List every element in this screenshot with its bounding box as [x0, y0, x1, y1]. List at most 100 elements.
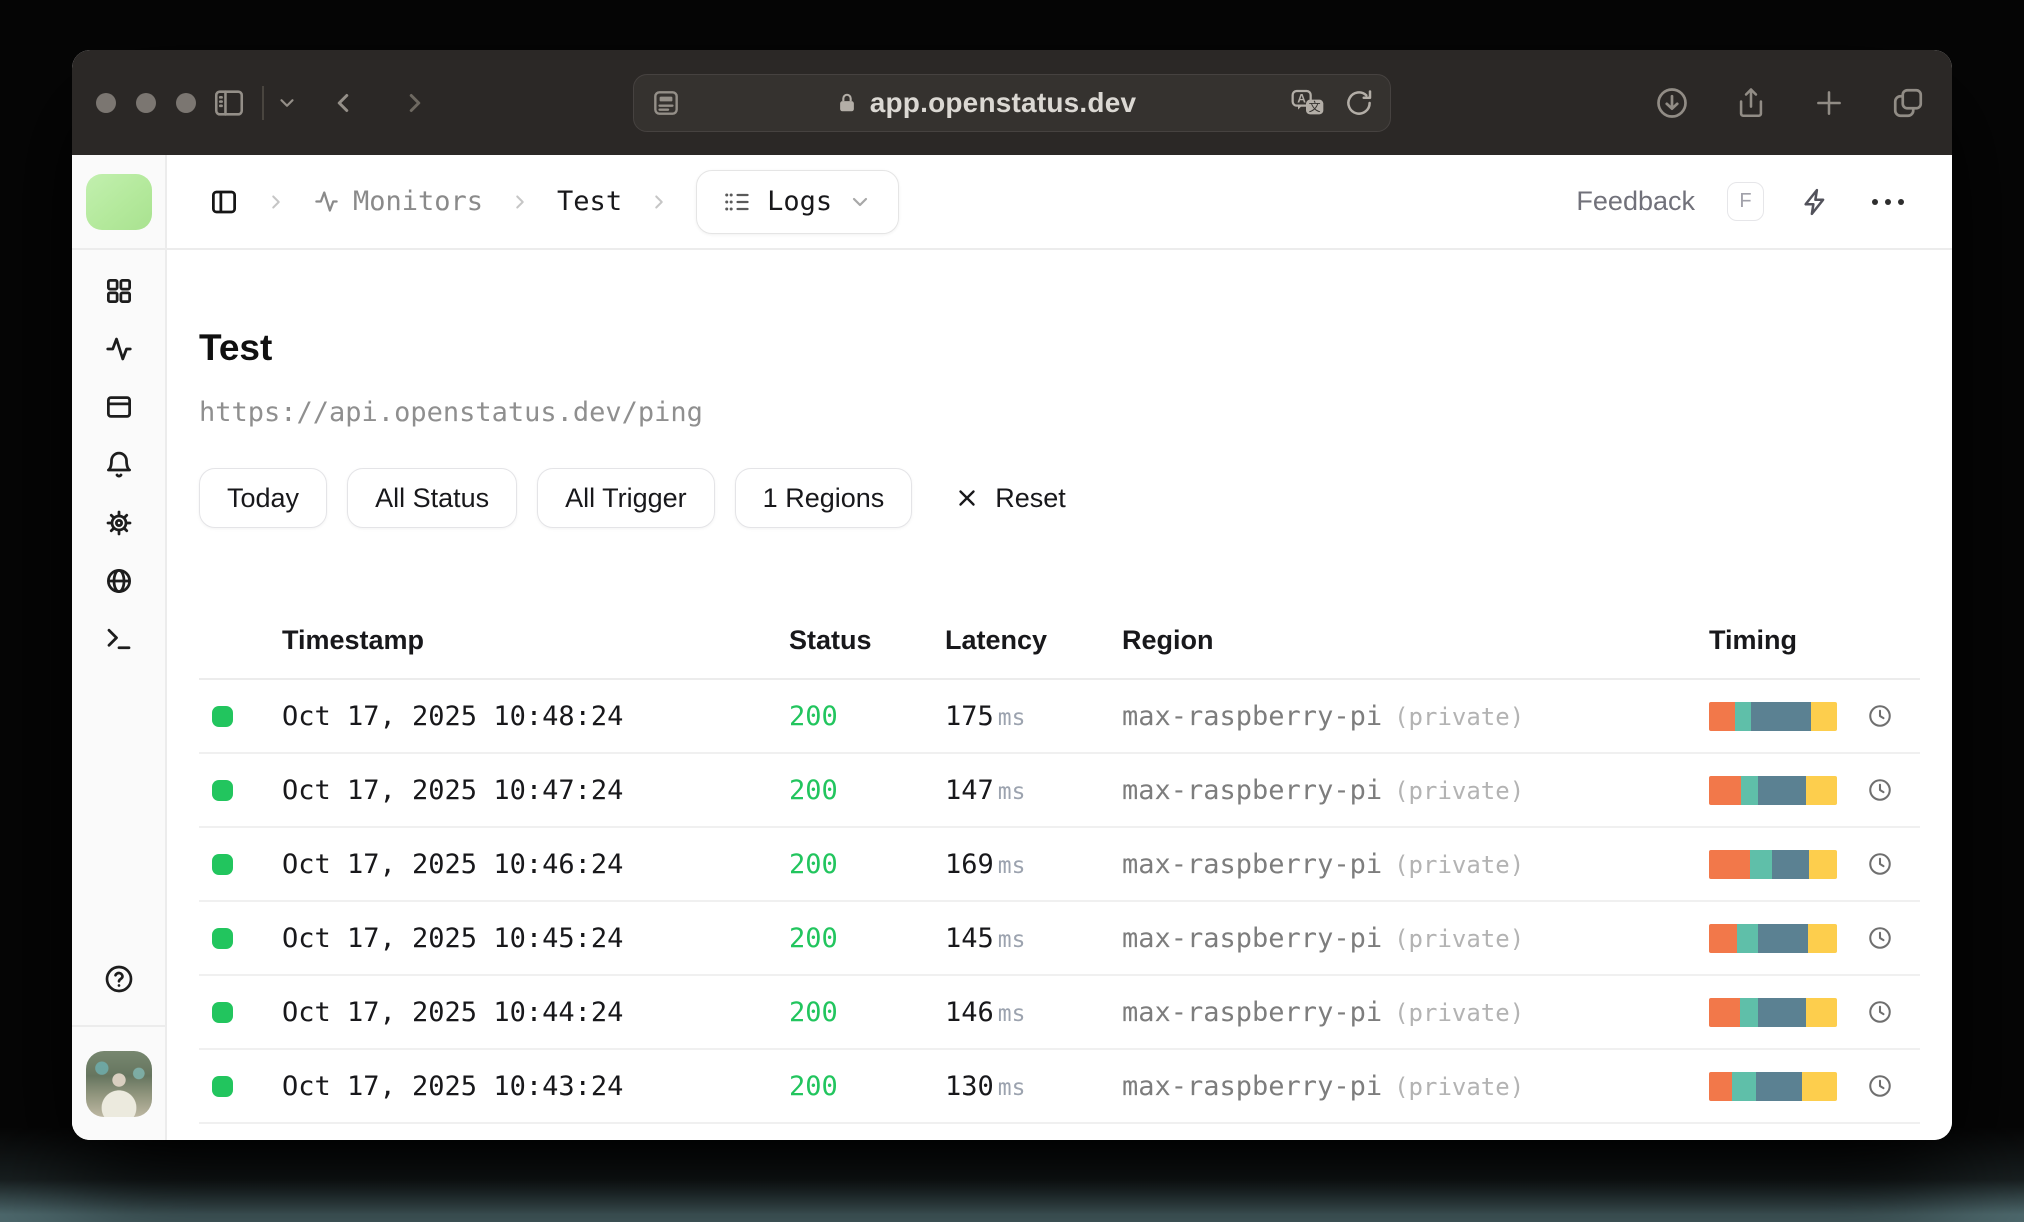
row-region-note: (private)	[1394, 850, 1525, 879]
share-icon[interactable]	[1734, 85, 1768, 121]
timing-segment	[1758, 775, 1806, 805]
address-bar[interactable]: app.openstatus.dev A 文	[633, 73, 1391, 132]
back-button-icon[interactable]	[328, 88, 358, 118]
sidebar-item-settings[interactable]	[102, 508, 136, 538]
row-latency-value: 169	[945, 848, 994, 880]
status-dot	[212, 853, 233, 875]
row-latency-unit: ms	[997, 926, 1026, 953]
status-dot	[212, 1001, 233, 1023]
browser-panel-icon	[106, 396, 131, 418]
zoom-window-button[interactable]	[176, 92, 196, 113]
sidebar-item-dashboard[interactable]	[102, 276, 136, 306]
row-region: max-raspberry-pi	[1122, 996, 1383, 1028]
reset-filters-button[interactable]: Reset	[954, 483, 1066, 514]
row-region: max-raspberry-pi	[1122, 848, 1383, 880]
browser-titlebar: app.openstatus.dev A 文	[72, 50, 1952, 155]
timing-bar	[1709, 775, 1837, 805]
sidebar-item-monitors[interactable]	[102, 334, 136, 364]
svg-text:A: A	[1297, 91, 1306, 105]
translate-icon[interactable]: A 文	[1290, 87, 1326, 119]
table-row[interactable]: Oct 17, 2025 10:44:24 200 146 ms max-ras…	[199, 976, 1920, 1050]
sidebar-item-global[interactable]	[102, 566, 136, 596]
address-url[interactable]: app.openstatus.dev	[870, 87, 1137, 119]
sidebar-menu-chevron-icon[interactable]	[276, 92, 298, 114]
workspace-logo[interactable]	[85, 173, 152, 230]
timing-segment	[1757, 923, 1808, 953]
header-timing: Timing	[1709, 625, 1798, 655]
row-region-note: (private)	[1394, 702, 1525, 731]
forward-button-icon[interactable]	[400, 88, 430, 118]
panel-toggle-icon[interactable]	[209, 187, 239, 217]
row-status-code: 200	[789, 774, 838, 806]
minimize-window-button[interactable]	[136, 92, 156, 113]
clock-icon	[1867, 999, 1893, 1025]
sidebar-toggle-icon[interactable]	[212, 86, 246, 120]
timing-bar	[1709, 701, 1837, 731]
timing-segment	[1709, 775, 1741, 805]
timing-bar	[1709, 849, 1837, 879]
tab-overview-icon[interactable]	[1890, 85, 1926, 121]
row-latency-value: 147	[945, 774, 994, 806]
timing-segment	[1807, 923, 1837, 953]
view-selector-label: Logs	[767, 186, 833, 217]
chevron-down-icon	[848, 190, 872, 214]
filter-regions-button[interactable]: 1 Regions	[734, 468, 913, 528]
row-timestamp: Oct 17, 2025 10:46:24	[282, 848, 624, 880]
feedback-button[interactable]: Feedback	[1576, 186, 1695, 217]
row-latency-unit: ms	[997, 852, 1026, 879]
timing-segment	[1709, 701, 1735, 731]
new-tab-icon[interactable]	[1812, 86, 1846, 120]
table-row[interactable]: Oct 17, 2025 10:45:24 200 145 ms max-ras…	[199, 902, 1920, 976]
help-button[interactable]	[103, 963, 135, 995]
browser-window: app.openstatus.dev A 文 Monitors Test Log…	[72, 50, 1952, 1140]
status-dot	[212, 1075, 233, 1097]
page-title: Test	[199, 327, 273, 368]
filter-period-button[interactable]: Today	[199, 468, 328, 528]
table-row[interactable]: Oct 17, 2025 10:46:24 200 169 ms max-ras…	[199, 828, 1920, 902]
help-circle-icon	[105, 965, 132, 993]
timing-segment	[1805, 775, 1837, 805]
page-settings-icon[interactable]	[650, 87, 682, 119]
globe-icon	[106, 569, 131, 593]
timing-segment	[1709, 997, 1740, 1027]
timing-segment	[1749, 849, 1772, 879]
breadcrumb-monitors[interactable]: Monitors	[313, 186, 483, 217]
timing-segment	[1755, 1071, 1803, 1101]
timing-segment	[1806, 997, 1837, 1027]
view-selector-logs[interactable]: Logs	[696, 169, 900, 234]
sidebar-item-status-pages[interactable]	[102, 392, 136, 422]
row-status-code: 200	[789, 1070, 838, 1102]
close-window-button[interactable]	[96, 92, 116, 113]
row-latency-unit: ms	[997, 778, 1026, 805]
activity-icon	[105, 337, 132, 361]
timing-segment	[1709, 849, 1750, 879]
logs-list-icon	[725, 192, 749, 211]
table-row[interactable]: Oct 17, 2025 10:47:24 200 147 ms max-ras…	[199, 754, 1920, 828]
header-timestamp: Timestamp	[282, 625, 425, 655]
filter-trigger-button[interactable]: All Trigger	[537, 468, 715, 528]
row-latency-unit: ms	[997, 1074, 1026, 1101]
sidebar-item-notifications[interactable]	[102, 450, 136, 480]
more-options-button[interactable]	[1872, 198, 1904, 205]
breadcrumb-monitor-name[interactable]: Test	[557, 186, 622, 217]
header-region: Region	[1122, 625, 1214, 655]
reload-icon[interactable]	[1344, 88, 1374, 118]
row-timestamp: Oct 17, 2025 10:43:24	[282, 1070, 624, 1102]
row-region-note: (private)	[1394, 924, 1525, 953]
app-sidebar	[72, 155, 167, 1140]
table-row[interactable]: Oct 17, 2025 10:43:24 200 130 ms max-ras…	[199, 1050, 1920, 1124]
dashboard-grid-icon	[106, 279, 131, 303]
row-region: max-raspberry-pi	[1122, 922, 1383, 954]
row-latency-unit: ms	[997, 704, 1026, 731]
table-row[interactable]: Oct 17, 2025 10:48:24 200 175 ms max-ras…	[199, 680, 1920, 754]
user-avatar[interactable]	[85, 1050, 152, 1117]
row-region-note: (private)	[1394, 776, 1525, 805]
timing-segment	[1741, 775, 1759, 805]
lock-icon	[836, 91, 858, 115]
sidebar-item-cli[interactable]	[102, 624, 136, 654]
quick-actions-icon[interactable]	[1800, 187, 1830, 217]
downloads-icon[interactable]	[1654, 85, 1690, 121]
titlebar-divider	[262, 85, 264, 120]
row-latency-value: 130	[945, 1070, 994, 1102]
filter-status-button[interactable]: All Status	[347, 468, 518, 528]
